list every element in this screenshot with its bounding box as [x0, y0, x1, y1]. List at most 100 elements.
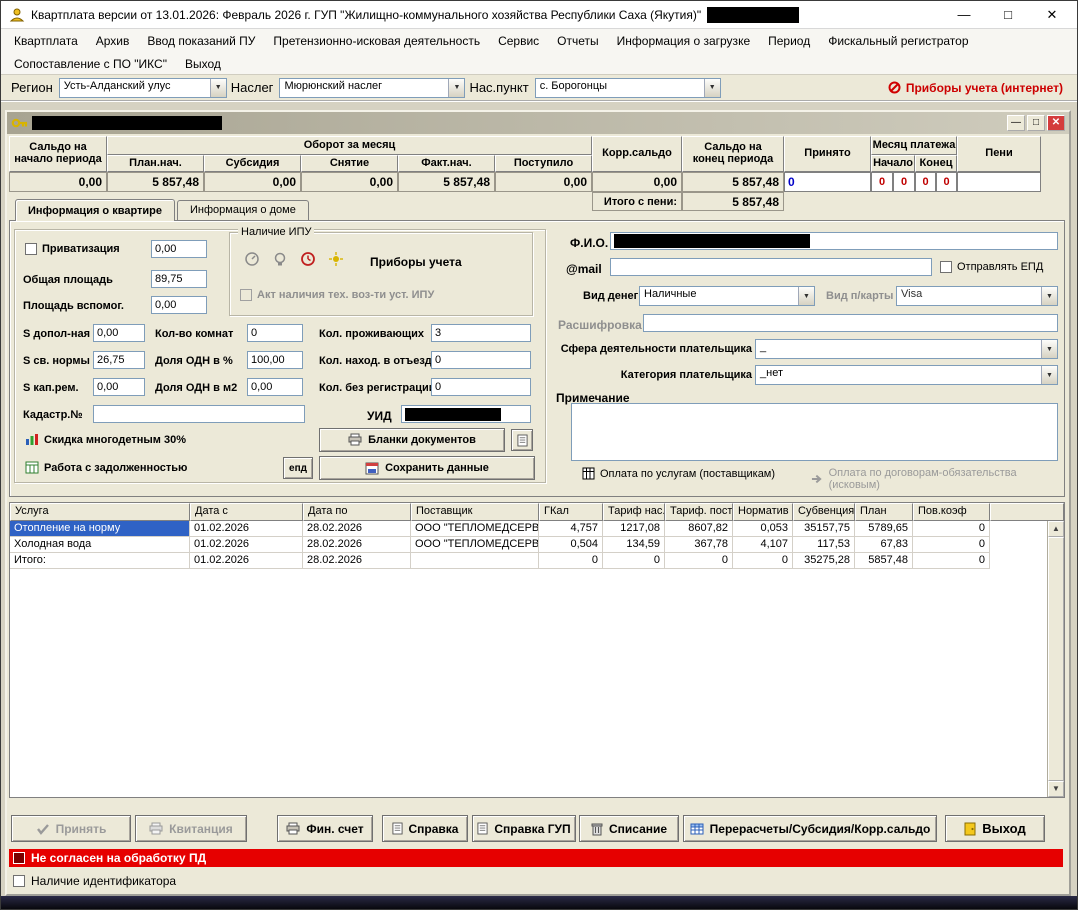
- menu-meter-readings[interactable]: Ввод показаний ПУ: [138, 32, 264, 50]
- rooms-field[interactable]: [247, 324, 303, 342]
- services-column-header[interactable]: ГКал: [539, 503, 603, 521]
- minimize-button[interactable]: —: [953, 7, 975, 23]
- unregistered-field[interactable]: [431, 378, 531, 396]
- chevron-down-icon[interactable]: ▼: [1041, 366, 1057, 384]
- card-kind-select[interactable]: Visa ▼: [896, 286, 1058, 306]
- away-field[interactable]: [431, 351, 531, 369]
- services-column-header[interactable]: Норматив: [733, 503, 793, 521]
- privatization-checkbox[interactable]: [25, 243, 37, 255]
- services-column-header[interactable]: Тариф. пост: [665, 503, 733, 521]
- consent-checkbox[interactable]: [13, 852, 25, 864]
- chevron-down-icon[interactable]: ▼: [448, 79, 464, 97]
- ipu-group: Наличие ИПУ: [229, 232, 533, 316]
- fio-field[interactable]: [610, 232, 1058, 250]
- vertical-scrollbar[interactable]: ▲ ▼: [1047, 521, 1064, 797]
- menu-archive[interactable]: Архив: [87, 32, 139, 50]
- settlement-select[interactable]: с. Борогонцы ▼: [535, 78, 721, 98]
- residents-field[interactable]: [431, 324, 531, 342]
- privatization-checkbox-row[interactable]: Приватизация: [25, 243, 120, 255]
- s-add-field[interactable]: [93, 324, 145, 342]
- privatization-field[interactable]: [151, 240, 207, 258]
- services-column-header[interactable]: Дата с: [190, 503, 303, 521]
- certificate-button[interactable]: Справка: [382, 815, 468, 842]
- scrollbar-thumb[interactable]: [1048, 537, 1064, 781]
- category-select[interactable]: _нет ▼: [755, 365, 1058, 385]
- fin-account-button[interactable]: Фин. счет: [277, 815, 373, 842]
- menu-iks-compare[interactable]: Сопоставление с ПО "ИКС": [5, 55, 176, 73]
- cadastre-field[interactable]: [93, 405, 305, 423]
- ipu-act-checkbox-row[interactable]: Акт наличия тех. воз-ти уст. ИПУ: [240, 289, 434, 301]
- aux-area-field[interactable]: [151, 296, 207, 314]
- removal-header: Снятие: [301, 155, 398, 172]
- chevron-down-icon[interactable]: ▼: [1041, 287, 1057, 305]
- maximize-button[interactable]: □: [997, 7, 1019, 23]
- child-minimize-button[interactable]: —: [1007, 115, 1025, 131]
- save-data-button[interactable]: Сохранить данные: [319, 456, 535, 480]
- recalc-button[interactable]: Перерасчеты/Субсидия/Корр.сальдо: [683, 815, 937, 842]
- writeoff-button[interactable]: Списание: [579, 815, 679, 842]
- debt-work-button[interactable]: Работа с задолженностью: [25, 461, 187, 474]
- table-row[interactable]: Отопление на норму01.02.202628.02.2026ОО…: [10, 521, 1064, 537]
- region-select[interactable]: Усть-Алданский улус ▼: [59, 78, 227, 98]
- identifier-checkbox[interactable]: [13, 875, 25, 887]
- menu-period[interactable]: Период: [759, 32, 819, 50]
- services-column-header[interactable]: Субвенция: [793, 503, 855, 521]
- s-over-field[interactable]: [93, 351, 145, 369]
- odn-pct-field[interactable]: [247, 351, 303, 369]
- chevron-down-icon[interactable]: ▼: [798, 287, 814, 305]
- child-maximize-button[interactable]: □: [1027, 115, 1045, 131]
- services-column-header[interactable]: План: [855, 503, 913, 521]
- table-row[interactable]: Итого:01.02.202628.02.2026000035275,2858…: [10, 553, 1064, 569]
- services-column-header[interactable]: Поставщик: [411, 503, 539, 521]
- tab-apartment-info[interactable]: Информация о квартире: [15, 199, 175, 221]
- chevron-down-icon[interactable]: ▼: [210, 79, 226, 97]
- menu-load-info[interactable]: Информация о загрузке: [608, 32, 759, 50]
- send-epd-checkbox[interactable]: [940, 261, 952, 273]
- mail-field[interactable]: [610, 258, 932, 276]
- epd-button[interactable]: епд: [283, 457, 313, 479]
- chevron-down-icon[interactable]: ▼: [1041, 340, 1057, 358]
- total-area-field[interactable]: [151, 270, 207, 288]
- exit-button[interactable]: Выход: [945, 815, 1045, 842]
- menu-claims[interactable]: Претензионно-исковая деятельность: [264, 32, 489, 50]
- pay-month-start-year[interactable]: 0: [893, 172, 915, 192]
- menu-service[interactable]: Сервис: [489, 32, 548, 50]
- large-family-discount-button[interactable]: Скидка многодетным 30%: [25, 433, 186, 446]
- ipu-act-checkbox[interactable]: [240, 289, 252, 301]
- sphere-select[interactable]: _ ▼: [755, 339, 1058, 359]
- close-button[interactable]: ✕: [1041, 7, 1063, 23]
- services-column-header[interactable]: Тариф нас.: [603, 503, 665, 521]
- peni-value[interactable]: [957, 172, 1041, 192]
- table-row[interactable]: Холодная вода01.02.202628.02.2026ООО "ТЕ…: [10, 537, 1064, 553]
- menu-exit[interactable]: Выход: [176, 55, 230, 73]
- scroll-up-icon[interactable]: ▲: [1048, 521, 1064, 537]
- pay-month-end-year[interactable]: 0: [936, 172, 957, 192]
- chevron-down-icon[interactable]: ▼: [704, 79, 720, 97]
- s-capital-field[interactable]: [93, 378, 145, 396]
- pay-by-services-button[interactable]: Оплата по услугам (поставщикам): [582, 467, 775, 480]
- accept-button: Принять: [11, 815, 131, 842]
- decode-field[interactable]: [643, 314, 1058, 332]
- document-blanks-button[interactable]: Бланки документов: [319, 428, 505, 452]
- menu-kvartplata[interactable]: Квартплата: [5, 32, 87, 50]
- uid-field[interactable]: [401, 405, 531, 423]
- pay-month-end-month[interactable]: 0: [915, 172, 936, 192]
- scroll-down-icon[interactable]: ▼: [1048, 781, 1064, 797]
- send-epd-checkbox-row[interactable]: Отправлять ЕПД: [940, 261, 1043, 273]
- note-textarea[interactable]: [571, 403, 1058, 461]
- child-close-button[interactable]: ✕: [1047, 115, 1065, 131]
- meters-internet-link[interactable]: Приборы учета (интернет): [888, 81, 1071, 95]
- document-mini-button[interactable]: [511, 429, 533, 451]
- services-column-header[interactable]: Услуга: [10, 503, 190, 521]
- menu-reports[interactable]: Отчеты: [548, 32, 607, 50]
- money-kind-select[interactable]: Наличные ▼: [639, 286, 815, 306]
- accepted-input[interactable]: [785, 173, 870, 191]
- odn-m2-field[interactable]: [247, 378, 303, 396]
- services-column-header[interactable]: Дата по: [303, 503, 411, 521]
- certificate-gup-button[interactable]: Справка ГУП: [472, 815, 576, 842]
- pay-month-start-month[interactable]: 0: [871, 172, 893, 192]
- menu-fiscal-register[interactable]: Фискальный регистратор: [819, 32, 977, 50]
- tab-house-info[interactable]: Информация о доме: [177, 200, 309, 220]
- nasleg-select[interactable]: Мюрюнский наслег ▼: [279, 78, 465, 98]
- services-column-header[interactable]: Пов.коэф: [913, 503, 990, 521]
